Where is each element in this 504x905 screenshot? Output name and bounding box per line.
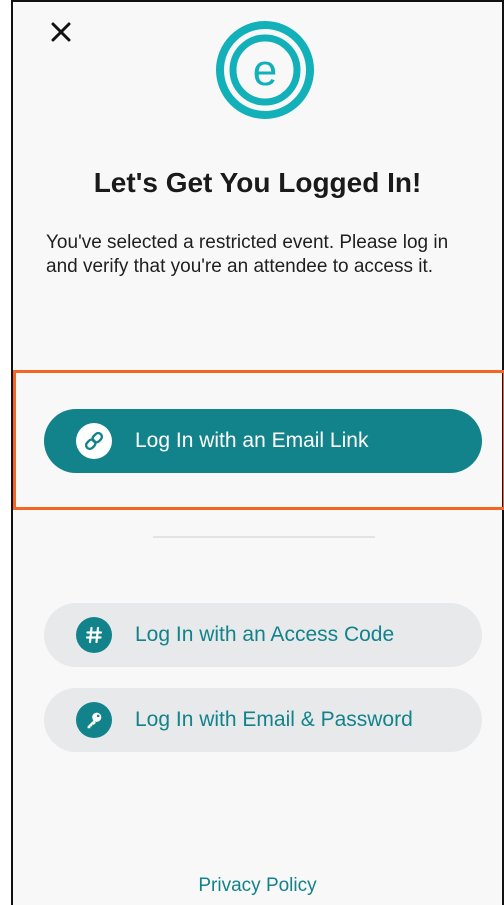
screen: e Let's Get You Logged In! You've select… bbox=[0, 0, 504, 905]
access-code-login-button[interactable]: Log In with an Access Code bbox=[44, 603, 482, 667]
divider bbox=[153, 536, 375, 538]
close-icon bbox=[51, 22, 71, 42]
key-icon bbox=[76, 702, 112, 738]
logo-letter: e bbox=[253, 46, 277, 95]
login-sheet: e Let's Get You Logged In! You've select… bbox=[11, 0, 504, 905]
email-link-login-button[interactable]: Log In with an Email Link bbox=[44, 409, 482, 473]
email-link-login-label: Log In with an Email Link bbox=[135, 429, 369, 452]
link-icon bbox=[76, 423, 112, 459]
hash-icon bbox=[76, 617, 112, 653]
privacy-policy-link[interactable]: Privacy Policy bbox=[13, 875, 502, 897]
email-password-login-button[interactable]: Log In with Email & Password bbox=[44, 688, 482, 752]
access-code-login-label: Log In with an Access Code bbox=[135, 623, 395, 646]
page-title: Let's Get You Logged In! bbox=[93, 167, 422, 198]
close-button[interactable] bbox=[43, 14, 79, 50]
email-password-login-label: Log In with Email & Password bbox=[135, 708, 413, 731]
brand-logo: e bbox=[216, 21, 314, 119]
description-text: You've selected a restricted event. Plea… bbox=[46, 232, 449, 277]
